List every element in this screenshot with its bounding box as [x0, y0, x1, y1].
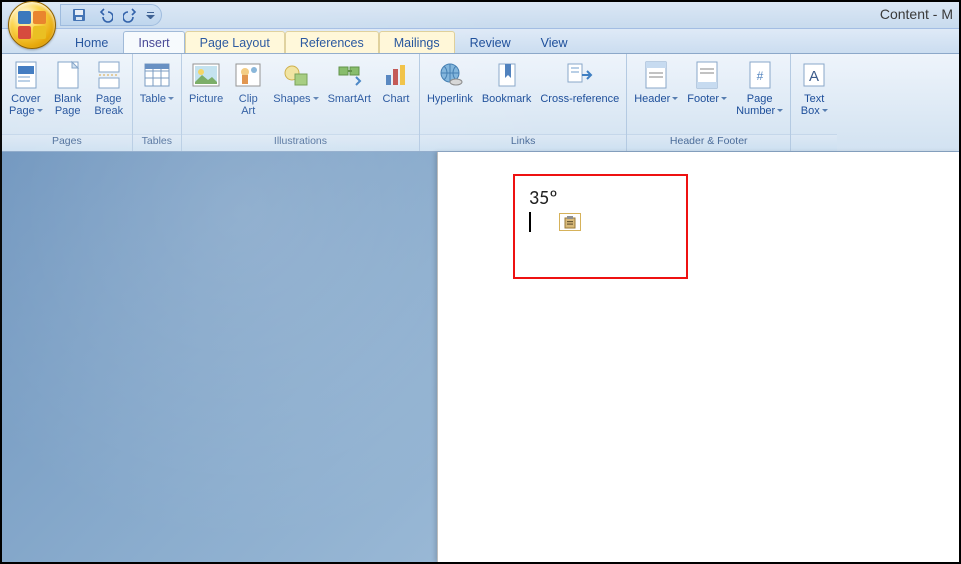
group-header-footer: Header Footer # Page Number Header & Foo…	[627, 54, 791, 151]
group-text-label	[791, 134, 837, 151]
document-background: 35º	[2, 152, 959, 562]
footer-icon	[691, 59, 723, 91]
group-text: A Text Box	[791, 54, 837, 151]
svg-text:A: A	[809, 68, 819, 85]
document-page[interactable]: 35º	[437, 152, 959, 562]
header-label: Header	[634, 93, 678, 105]
text-box-button[interactable]: A Text Box	[794, 57, 834, 117]
office-button[interactable]	[8, 1, 56, 49]
paste-options-button[interactable]	[559, 213, 581, 231]
text-box-label: Text Box	[801, 93, 828, 117]
page-number-button[interactable]: # Page Number	[732, 57, 787, 117]
svg-text:#: #	[756, 69, 763, 83]
highlight-box: 35º	[513, 174, 688, 279]
text-cursor	[529, 212, 531, 232]
document-text: 35º	[529, 186, 672, 210]
group-header-footer-label: Header & Footer	[627, 134, 790, 151]
clipboard-icon	[563, 215, 577, 229]
window-title: Content - M	[880, 6, 953, 22]
footer-button[interactable]: Footer	[683, 57, 731, 105]
header-button[interactable]: Header	[630, 57, 682, 105]
header-icon	[640, 59, 672, 91]
footer-label: Footer	[687, 93, 727, 105]
text-box-icon: A	[798, 59, 830, 91]
office-logo-icon	[18, 11, 46, 39]
page-number-label: Page Number	[736, 93, 783, 117]
page-number-icon: #	[744, 59, 776, 91]
